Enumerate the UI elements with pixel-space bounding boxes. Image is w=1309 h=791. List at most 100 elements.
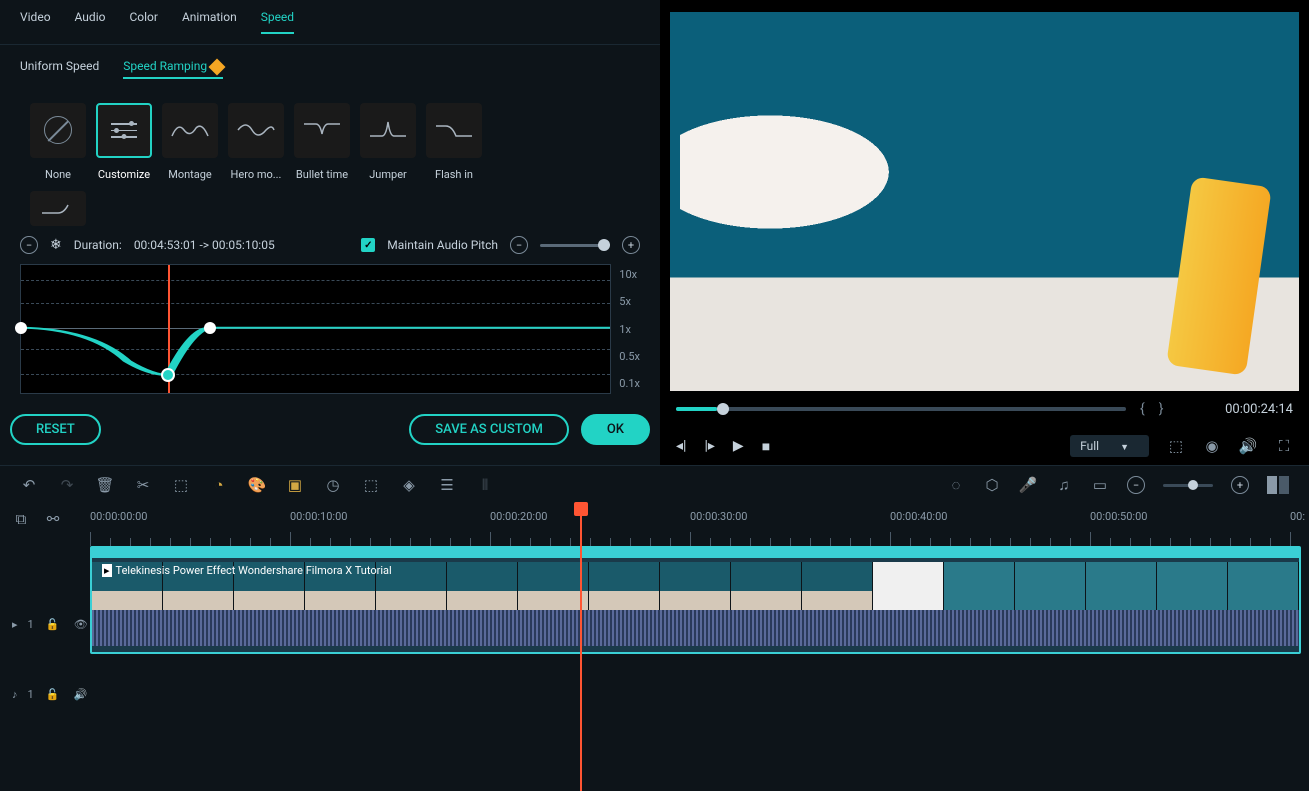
- zoom-in-button[interactable]: +: [1231, 476, 1249, 494]
- duration-controls: − ❄ Duration: 00:04:53:01 -> 00:05:10:05…: [0, 226, 660, 264]
- speed-icon[interactable]: ◔: [210, 476, 228, 494]
- freeze-frame-icon[interactable]: ❄: [50, 237, 62, 253]
- preset-flash-in[interactable]: Flash in: [426, 103, 482, 181]
- mixer-icon[interactable]: ♫: [1055, 476, 1073, 494]
- keyframe-icon[interactable]: ◈: [400, 476, 418, 494]
- tab-audio[interactable]: Audio: [75, 10, 106, 34]
- preset-hero-moment[interactable]: Hero mo...: [228, 103, 284, 181]
- preset-customize[interactable]: Customize: [96, 103, 152, 181]
- lock-icon[interactable]: 🔓: [44, 615, 62, 633]
- speed-curve-canvas[interactable]: [20, 264, 611, 394]
- view-mode-icon[interactable]: [1267, 476, 1289, 494]
- tab-animation[interactable]: Animation: [182, 10, 237, 34]
- audio-track-icon: ♪: [12, 688, 18, 701]
- stop-button[interactable]: ■: [762, 438, 770, 455]
- mute-icon[interactable]: 🔊: [72, 685, 90, 703]
- preview-content: [1166, 176, 1272, 375]
- mark-in-icon[interactable]: {: [1140, 401, 1145, 417]
- duration-value: 00:04:53:01 -> 00:05:10:05: [134, 238, 275, 252]
- audio-track-number: 1: [28, 688, 34, 701]
- delete-icon[interactable]: 🗑: [96, 476, 114, 494]
- speed-axis-labels: 10x 5x 1x 0.5x 0.1x: [619, 264, 640, 394]
- visibility-icon[interactable]: 👁: [72, 615, 90, 633]
- render-icon[interactable]: ◌: [947, 476, 965, 494]
- crop-icon[interactable]: ⬚: [172, 476, 190, 494]
- save-as-custom-button[interactable]: SAVE AS CUSTOM: [409, 414, 569, 445]
- premium-badge-icon: [209, 58, 226, 75]
- video-track-header: ▸ 1 🔓 👁: [0, 594, 90, 654]
- preset-none[interactable]: None: [30, 103, 86, 181]
- video-clip[interactable]: ▸Telekinesis Power Effect Wondershare Fi…: [90, 546, 1301, 654]
- undo-icon[interactable]: ↶: [20, 476, 38, 494]
- curve-point-active[interactable]: [161, 368, 175, 382]
- fit-icon[interactable]: ⬚: [362, 476, 380, 494]
- video-track-number: 1: [28, 618, 34, 631]
- video-track: ▸ 1 🔓 👁 ▸Telekinesis Power Effect Wonder…: [0, 594, 1309, 654]
- pitch-plus-button[interactable]: +: [622, 236, 640, 254]
- display-icon[interactable]: ⬚: [1167, 437, 1185, 455]
- main-tabs: Video Audio Color Animation Speed: [0, 0, 660, 45]
- audio-icon[interactable]: ⦀: [476, 476, 494, 494]
- preset-montage[interactable]: Montage: [162, 103, 218, 181]
- pitch-minus-button[interactable]: −: [510, 236, 528, 254]
- reset-button[interactable]: RESET: [10, 414, 101, 445]
- preset-flash-out[interactable]: [30, 191, 86, 226]
- sliders-icon: [111, 123, 137, 138]
- snapshot-icon[interactable]: ◉: [1203, 437, 1221, 455]
- link-icon[interactable]: ⚯: [44, 510, 62, 528]
- mark-out-icon[interactable]: }: [1159, 401, 1164, 417]
- speed-presets: None Customize Montage Hero mo... Bullet…: [0, 93, 660, 191]
- curve-point[interactable]: [15, 322, 27, 334]
- marker-icon[interactable]: ⬡: [983, 476, 1001, 494]
- lock-icon[interactable]: 🔓: [44, 685, 62, 703]
- zoom-out-button[interactable]: −: [1127, 476, 1145, 494]
- action-buttons: RESET SAVE AS CUSTOM OK: [0, 394, 660, 465]
- maintain-pitch-label: Maintain Audio Pitch: [387, 238, 498, 252]
- preset-jumper[interactable]: Jumper: [360, 103, 416, 181]
- duration-label: Duration:: [74, 238, 122, 252]
- montage-curve-icon: [170, 118, 210, 142]
- tab-video[interactable]: Video: [20, 10, 51, 34]
- tab-color[interactable]: Color: [129, 10, 157, 34]
- step-forward-button[interactable]: |▸: [704, 438, 714, 454]
- remove-keyframe-button[interactable]: −: [20, 236, 38, 254]
- jumper-curve-icon: [368, 118, 408, 142]
- subtab-speed-ramping[interactable]: Speed Ramping: [123, 59, 223, 79]
- timeline-ruler[interactable]: ⧉ ⚯ 00:00:00:00 00:00:10:00 00:00:20:00 …: [0, 504, 1309, 546]
- thumbnail-icon[interactable]: ▭: [1091, 476, 1109, 494]
- voiceover-icon[interactable]: 🎤: [1019, 476, 1037, 494]
- green-screen-icon[interactable]: ▣: [286, 476, 304, 494]
- flash-out-curve-icon: [40, 199, 76, 217]
- speed-subtabs: Uniform Speed Speed Ramping: [0, 45, 660, 93]
- timeline-playhead[interactable]: [580, 504, 582, 791]
- preview-content: [680, 72, 980, 272]
- subtab-uniform-speed[interactable]: Uniform Speed: [20, 59, 99, 79]
- audio-track: ♪ 1 🔓 🔊: [0, 674, 1309, 714]
- color-icon[interactable]: 🎨: [248, 476, 266, 494]
- curve-point[interactable]: [204, 322, 216, 334]
- preview-quality-select[interactable]: Full ▼: [1070, 435, 1149, 457]
- preview-panel: { } 00:00:24:14 ◂| |▸ ▶ ■ Full ▼ ⬚ ◉ 🔊 ⛶: [660, 0, 1309, 465]
- step-back-button[interactable]: ◂|: [676, 438, 686, 454]
- redo-icon[interactable]: ↷: [58, 476, 76, 494]
- maintain-pitch-checkbox[interactable]: ✓: [361, 238, 375, 252]
- pitch-slider[interactable]: [540, 244, 610, 247]
- preset-bullet-time[interactable]: Bullet time: [294, 103, 350, 181]
- speed-curve-editor: 10x 5x 1x 0.5x 0.1x: [0, 264, 660, 394]
- fullscreen-icon[interactable]: ⛶: [1275, 437, 1293, 455]
- clip-title: ▸Telekinesis Power Effect Wondershare Fi…: [102, 564, 392, 577]
- tab-speed[interactable]: Speed: [261, 10, 294, 34]
- volume-icon[interactable]: 🔊: [1239, 437, 1257, 455]
- preview-scrubber[interactable]: [676, 407, 1126, 411]
- timeline-zoom-slider[interactable]: [1163, 484, 1213, 487]
- adjust-icon[interactable]: ☰: [438, 476, 456, 494]
- play-button[interactable]: ▶: [733, 438, 744, 454]
- hero-curve-icon: [236, 118, 276, 142]
- split-icon[interactable]: ✂: [134, 476, 152, 494]
- none-icon: [44, 116, 72, 144]
- timeline: ⧉ ⚯ 00:00:00:00 00:00:10:00 00:00:20:00 …: [0, 504, 1309, 791]
- ok-button[interactable]: OK: [581, 414, 650, 445]
- track-manager-icon[interactable]: ⧉: [12, 510, 30, 528]
- duration-icon[interactable]: ◷: [324, 476, 342, 494]
- preview-viewport[interactable]: [670, 12, 1299, 391]
